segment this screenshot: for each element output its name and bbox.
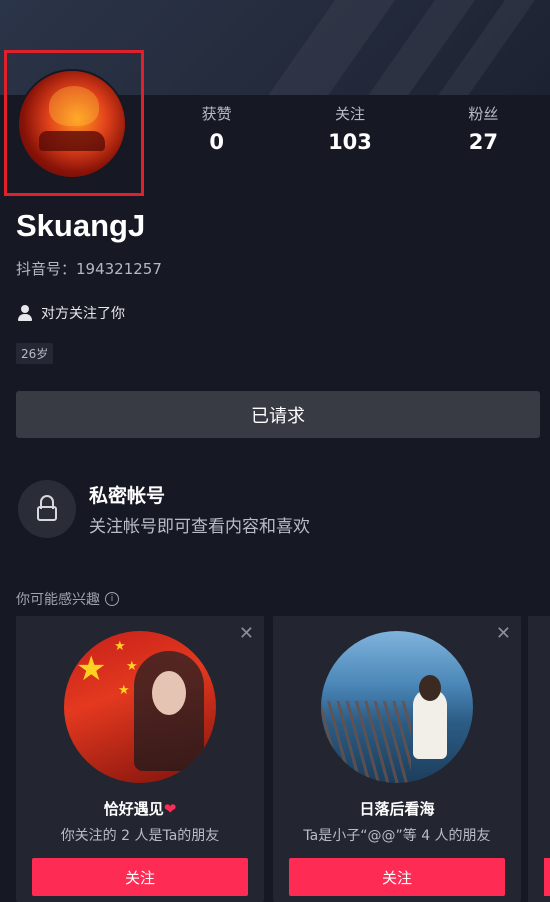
- suggestion-card[interactable]: ✕ 日落后看海 Ta是小子“@@”等 4 人的朋友 关注: [273, 616, 521, 902]
- suggestion-reason: Ta是小子“@@”等 4 人的朋友: [303, 828, 491, 844]
- close-icon[interactable]: ✕: [239, 623, 254, 644]
- suggestion-avatar[interactable]: ★ ★ ★ ★: [64, 631, 216, 783]
- stat-value: 103: [328, 130, 372, 154]
- avatar[interactable]: [19, 71, 125, 177]
- stat-label: 获赞: [201, 105, 232, 123]
- info-icon[interactable]: i: [105, 592, 119, 606]
- private-account-notice: 私密帐号 关注帐号即可查看内容和喜欢: [18, 480, 310, 538]
- suggestions-heading-text: 你可能感兴趣: [16, 592, 100, 608]
- stat-following[interactable]: 关注 103: [283, 103, 416, 154]
- follows-you-note: 对方关注了你: [17, 303, 125, 323]
- heart-icon: ❤: [163, 800, 177, 818]
- avatar-highlight-box: [4, 50, 144, 196]
- stat-value: 0: [209, 130, 224, 154]
- suggestion-card[interactable]: ✕ ★ ★ ★ ★ 恰好遇见❤ 你关注的 2 人是Ta的朋友 关注: [16, 616, 264, 902]
- stat-label: 关注: [334, 105, 365, 123]
- suggestion-card-partial[interactable]: [528, 616, 550, 902]
- suggestion-avatar[interactable]: [321, 631, 473, 783]
- private-title: 私密帐号: [89, 485, 166, 507]
- follow-button[interactable]: 关注: [289, 858, 505, 896]
- profile-name: SkuangJ: [16, 208, 146, 243]
- follows-you-text: 对方关注了你: [41, 306, 125, 322]
- douyin-id: 抖音号：194321257: [16, 260, 162, 278]
- stat-likes[interactable]: 获赞 0: [150, 103, 283, 154]
- suggestion-name: 恰好遇见❤: [103, 800, 177, 818]
- age-tag: 26岁: [16, 343, 54, 364]
- stat-value: 27: [468, 130, 498, 154]
- suggestion-name: 日落后看海: [359, 800, 435, 818]
- follow-button[interactable]: 关注: [32, 858, 248, 896]
- stat-followers[interactable]: 粉丝 27: [417, 103, 550, 154]
- stat-label: 粉丝: [468, 105, 499, 123]
- close-icon[interactable]: ✕: [496, 623, 511, 644]
- requested-button[interactable]: 已请求: [16, 391, 540, 438]
- lock-icon: [18, 480, 76, 538]
- profile-stats: 获赞 0 关注 103 粉丝 27: [150, 103, 550, 154]
- private-subtitle: 关注帐号即可查看内容和喜欢: [89, 517, 310, 537]
- suggestion-reason: 你关注的 2 人是Ta的朋友: [60, 828, 220, 844]
- person-icon: [17, 305, 33, 321]
- suggestions-heading: 你可能感兴趣 i: [16, 589, 119, 609]
